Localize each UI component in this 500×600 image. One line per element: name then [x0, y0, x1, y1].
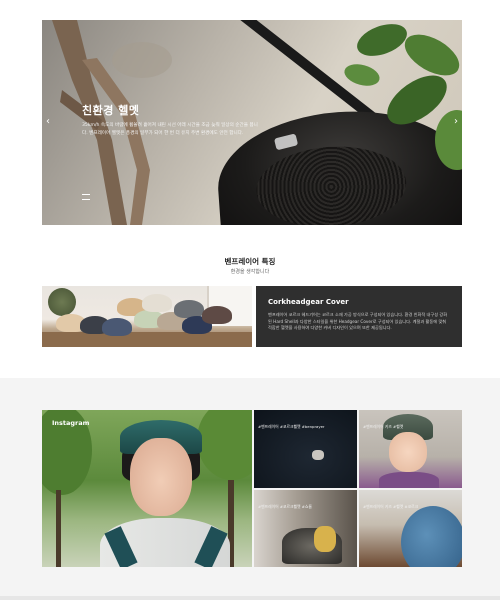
helmet-display-item	[202, 306, 232, 324]
instagram-post-caption: #벤프레이어 #코르크헬멧 #쇼룸	[258, 504, 312, 509]
blue-helmet-photo	[401, 506, 462, 567]
rock-photo-detail	[312, 450, 324, 460]
hero-prev-arrow-icon[interactable]: ‹	[46, 116, 50, 127]
instagram-main-post[interactable]: Instagram	[42, 410, 252, 567]
footer-divider	[0, 596, 500, 600]
child-body	[379, 472, 439, 488]
person-face	[130, 438, 192, 516]
helmet-display-item	[102, 318, 132, 336]
instagram-post[interactable]: #벤프레이어 #코르크헬멧 #benprayer	[254, 410, 357, 488]
hero-description: 35km/h 속도의 바람에 휩쓸려 흩어져 내린 시선 아래 시간을 조금 늦…	[82, 123, 258, 136]
feature-card: Corkheadgear Cover 벤프레이어 코르크 헤드기어는 코르크 소…	[256, 286, 462, 347]
instagram-post-caption: #벤프레이어 키즈 #헬멧 #코르크	[363, 504, 419, 509]
feature-photo	[42, 286, 252, 347]
features-title: 벤프레이어 특징	[224, 257, 276, 266]
features-subtitle: 환경을 생각합니다	[230, 269, 270, 275]
slide-indicator-icon[interactable]	[82, 194, 90, 200]
helmet-yellow-detail	[314, 526, 336, 552]
instagram-post[interactable]: #벤프레이어 키즈 #헬멧	[359, 410, 462, 488]
instagram-post-caption: #벤프레이어 키즈 #헬멧	[363, 424, 404, 429]
hero-next-arrow-icon[interactable]: ›	[454, 116, 458, 127]
feature-card-title: Corkheadgear Cover	[268, 298, 349, 306]
child-face	[389, 432, 427, 472]
plant-photo-detail	[48, 288, 76, 316]
shelf-photo-detail	[42, 332, 252, 347]
hero-title: 친환경 헬멧	[82, 104, 140, 117]
hero-slider[interactable]: 친환경 헬멧 35km/h 속도의 바람에 휩쓸려 흩어져 내린 시선 아래 시…	[42, 20, 462, 225]
instagram-post-caption: #벤프레이어 #코르크헬멧 #benprayer	[258, 424, 325, 429]
instagram-post[interactable]: #벤프레이어 #코르크헬멧 #쇼룸	[254, 490, 357, 567]
feature-card-description: 벤프레이어 코르크 헤드기어는 코르크 소재 가공 방식으로 구성되어 있습니다…	[268, 312, 448, 330]
helmet-display-item	[142, 294, 172, 312]
page: 친환경 헬멧 35km/h 속도의 바람에 휩쓸려 흩어져 내린 시선 아래 시…	[0, 0, 500, 600]
instagram-label: Instagram	[52, 419, 90, 427]
helmet-logo-badge	[273, 133, 299, 151]
instagram-post[interactable]: #벤프레이어 키즈 #헬멧 #코르크	[359, 490, 462, 567]
leaves-photo-detail	[344, 24, 462, 170]
